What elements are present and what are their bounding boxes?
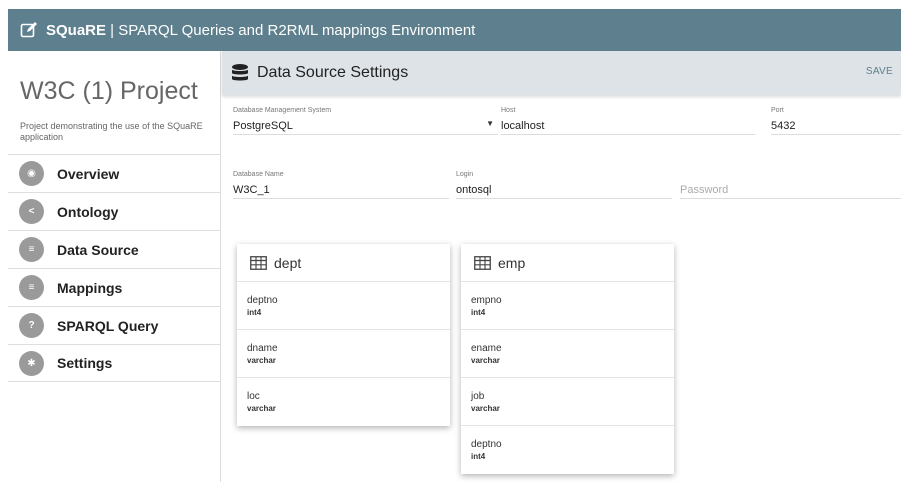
table-column[interactable]: deptno int4 bbox=[461, 426, 674, 474]
host-value: localhost bbox=[501, 120, 545, 132]
sidebar-item-label: Data Source bbox=[57, 241, 139, 258]
port-label: Port bbox=[771, 107, 784, 114]
table-column[interactable]: loc varchar bbox=[237, 378, 450, 426]
database-name-value: W3C_1 bbox=[233, 184, 270, 196]
edit-icon bbox=[20, 21, 38, 39]
login-field[interactable]: Login ontosql bbox=[456, 171, 672, 199]
table-name: emp bbox=[498, 254, 526, 271]
column-type: int4 bbox=[471, 308, 486, 317]
column-name: job bbox=[471, 391, 485, 402]
table-header: emp bbox=[461, 244, 674, 282]
column-name: ename bbox=[471, 343, 502, 354]
password-placeholder: Password bbox=[680, 184, 729, 196]
database-icon: ≡ bbox=[19, 237, 44, 262]
table-column[interactable]: deptno int4 bbox=[237, 282, 450, 330]
database-name-field[interactable]: Database Name W3C_1 bbox=[233, 171, 449, 199]
port-field[interactable]: Port 5432 bbox=[771, 107, 901, 135]
app-brand: SQuaRE bbox=[46, 21, 107, 39]
table-column[interactable]: dname varchar bbox=[237, 330, 450, 378]
sidebar-item-label: Overview bbox=[57, 165, 120, 182]
table-card-emp[interactable]: emp empno int4 ename varchar job varchar… bbox=[461, 244, 674, 474]
column-name: loc bbox=[247, 391, 260, 402]
table-name: dept bbox=[274, 254, 302, 271]
host-label: Host bbox=[501, 107, 516, 114]
project-title: W3C (1) Project bbox=[20, 77, 198, 105]
share-icon: < bbox=[19, 199, 44, 224]
table-column[interactable]: ename varchar bbox=[461, 330, 674, 378]
sidebar-item-label: Mappings bbox=[57, 279, 123, 296]
sidebar-item-label: Ontology bbox=[57, 203, 119, 220]
database-icon bbox=[231, 63, 249, 83]
password-field[interactable]: Password bbox=[680, 171, 901, 199]
sidebar-item-label: Settings bbox=[57, 355, 113, 371]
table-column[interactable]: job varchar bbox=[461, 378, 674, 426]
dbms-value: PostgreSQL bbox=[233, 120, 293, 132]
sidebar-item-ontology[interactable]: < Ontology bbox=[8, 192, 220, 230]
login-label: Login bbox=[456, 171, 474, 178]
table-card-dept[interactable]: dept deptno int4 dname varchar loc varch… bbox=[237, 244, 450, 426]
app-title-bar: SQuaRE | SPARQL Queries and R2RML mappin… bbox=[8, 9, 901, 51]
project-description: Project demonstrating the use of the SQu… bbox=[20, 121, 203, 142]
table-icon bbox=[474, 255, 491, 270]
sidebar-item-mappings[interactable]: ≡ Mappings bbox=[8, 268, 220, 306]
sidebar-item-label: SPARQL Query bbox=[57, 317, 159, 334]
section-header: Data Source Settings SAVE bbox=[222, 51, 901, 95]
save-button[interactable]: SAVE bbox=[866, 66, 893, 77]
column-type: varchar bbox=[247, 404, 276, 413]
app-subtitle: | SPARQL Queries and R2RML mappings Envi… bbox=[106, 21, 476, 39]
host-field[interactable]: Host localhost bbox=[501, 107, 755, 135]
caret-down-icon: ▼ bbox=[486, 119, 494, 128]
dbms-select[interactable]: Database Management System PostgreSQL ▼ bbox=[233, 107, 498, 135]
dbms-label: Database Management System bbox=[233, 107, 332, 114]
column-type: int4 bbox=[247, 308, 262, 317]
column-name: deptno bbox=[247, 295, 278, 306]
main-content: Data Source Settings SAVE Database Manag… bbox=[222, 51, 901, 482]
list-icon: ≡ bbox=[19, 275, 44, 300]
login-value: ontosql bbox=[456, 184, 492, 196]
sidebar-item-settings[interactable]: ✱ Settings bbox=[8, 344, 220, 382]
column-type: varchar bbox=[247, 356, 276, 365]
column-name: dname bbox=[247, 343, 278, 354]
column-name: deptno bbox=[471, 439, 502, 450]
sidebar-item-overview[interactable]: ◉ Overview bbox=[8, 154, 220, 192]
gear-icon: ✱ bbox=[19, 350, 44, 376]
sidebar: W3C (1) Project Project demonstrating th… bbox=[8, 51, 221, 482]
column-type: varchar bbox=[471, 356, 500, 365]
table-column[interactable]: empno int4 bbox=[461, 282, 674, 330]
page-title: Data Source Settings bbox=[257, 64, 409, 81]
sidebar-item-data-source[interactable]: ≡ Data Source bbox=[8, 230, 220, 268]
column-type: varchar bbox=[471, 404, 500, 413]
column-name: empno bbox=[471, 295, 502, 306]
eye-icon: ◉ bbox=[19, 161, 44, 186]
sidebar-item-sparql-query[interactable]: ? SPARQL Query bbox=[8, 306, 220, 344]
column-type: int4 bbox=[471, 452, 486, 461]
port-value: 5432 bbox=[771, 120, 796, 132]
table-icon bbox=[250, 255, 267, 270]
question-icon: ? bbox=[19, 313, 44, 338]
table-header: dept bbox=[237, 244, 450, 282]
database-name-label: Database Name bbox=[233, 171, 284, 178]
